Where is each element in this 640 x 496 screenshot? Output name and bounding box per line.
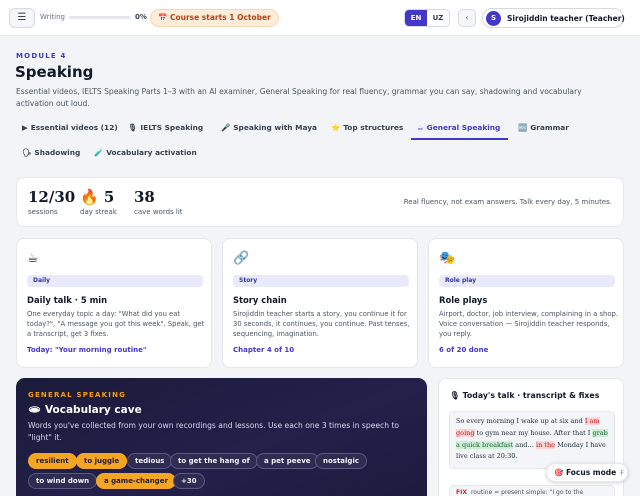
- page-title: Speaking: [15, 63, 94, 81]
- sessions-stat: 12/30 sessions: [28, 188, 75, 216]
- vocab-chip[interactable]: a pet peeve: [256, 453, 319, 469]
- tab-label: General Speaking: [426, 123, 501, 132]
- writing-label: Writing: [40, 13, 65, 21]
- stats-card: 12/30 sessions 🔥 5 day streak 38 cave wo…: [16, 177, 624, 227]
- activity-description: One everyday topic a day: "What did you …: [27, 310, 205, 338]
- tab-speaking-with-maya[interactable]: 🎤 Speaking with Maya: [215, 118, 323, 140]
- cave-kicker: GENERAL SPEAKING: [28, 391, 127, 399]
- test-tube-icon: 🧪: [94, 148, 104, 157]
- activity-description: Sirojiddin teacher starts a story, you c…: [233, 310, 410, 338]
- sessions-value: 12/30: [28, 188, 76, 206]
- tab-label: Vocabulary activation: [106, 148, 197, 157]
- module-label: MODULE 4: [16, 52, 67, 60]
- letters-icon: 🔤: [518, 123, 528, 132]
- vocab-chip[interactable]: to juggle: [76, 453, 128, 469]
- tab-label: Shadowing: [34, 148, 81, 157]
- words-value: 38: [134, 188, 155, 206]
- focus-shortcut-key: F: [620, 469, 624, 477]
- activity-link[interactable]: Chapter 4 of 10: [233, 346, 294, 354]
- tab-label: Essential videos (12): [30, 123, 118, 132]
- activity-title: Role plays: [439, 295, 488, 305]
- activity-title: Daily talk · 5 min: [27, 295, 108, 305]
- vocab-chip[interactable]: to get the hang of: [170, 453, 258, 469]
- talk-title: 🎙 Today's talk · transcript & fixes: [450, 391, 600, 400]
- activity-badge: Daily: [27, 275, 203, 287]
- tab-label: Grammar: [530, 123, 569, 132]
- lang-en-button[interactable]: EN: [405, 10, 427, 26]
- course-start-badge: 📅 Course starts 1 October: [150, 9, 279, 27]
- activity-badge: Role play: [439, 275, 615, 287]
- activity-badge: Story: [233, 275, 409, 287]
- focus-mode-label: 🎯 Focus mode: [554, 468, 617, 477]
- tab-general-speaking[interactable]: ☕ General Speaking: [411, 118, 508, 140]
- user-name: Sirojiddin teacher (Teacher): [507, 14, 625, 23]
- tab-label: Speaking with Maya: [233, 123, 318, 132]
- top-bar: ☰ Writing 0% 📅 Course starts 1 October E…: [0, 0, 640, 36]
- chevron-left-icon[interactable]: ‹: [458, 9, 476, 27]
- words-label: cave words lit: [134, 208, 183, 216]
- tab-label: Top structures: [343, 123, 404, 132]
- fix-text: routine = present simple: "I go to the: [470, 489, 584, 496]
- tab-top-structures[interactable]: ⭐ Top structures: [325, 118, 409, 140]
- vocabulary-cave-panel: GENERAL SPEAKING 🕳 Vocabulary cave Words…: [16, 378, 427, 496]
- writing-progress-bar: [69, 16, 131, 19]
- writing-percent: 0%: [135, 13, 147, 21]
- microphone-icon: 🎙: [128, 123, 138, 132]
- play-icon: ▶: [22, 123, 28, 132]
- fix-item[interactable]: FIX routine = present simple: "I go to th…: [449, 485, 615, 496]
- transcript-text: to gym near my house. After that I: [474, 428, 593, 437]
- link-icon: 🔗: [233, 251, 250, 266]
- speaking-head-icon: 🗣: [22, 148, 32, 157]
- sessions-label: sessions: [28, 208, 58, 216]
- language-switch: EN UZ: [404, 9, 450, 27]
- transcript-text: and…: [513, 440, 537, 449]
- activity-link[interactable]: Today: "Your morning routine": [27, 346, 146, 354]
- activity-title: Story chain: [233, 295, 287, 305]
- vocab-chip[interactable]: tedious: [127, 453, 173, 469]
- cave-title: 🕳 Vocabulary cave: [28, 404, 142, 416]
- tab-vocabulary-activation[interactable]: 🧪 Vocabulary activation: [88, 143, 203, 165]
- tab-essential-videos[interactable]: ▶ Essential videos (12): [16, 118, 124, 140]
- transcript-text: So every morning I wake up at six and: [456, 417, 585, 425]
- vocab-chip[interactable]: a game-changer: [96, 473, 176, 489]
- tab-ielts-speaking[interactable]: 🎙 IELTS Speaking: [122, 118, 209, 140]
- theater-masks-icon: 🎭: [439, 251, 456, 266]
- tab-label: IELTS Speaking: [140, 123, 204, 132]
- tab-shadowing[interactable]: 🗣 Shadowing: [16, 143, 86, 165]
- menu-icon[interactable]: ☰: [9, 8, 35, 28]
- cave-description: Words you've collected from your own rec…: [28, 421, 400, 442]
- avatar: S: [486, 11, 501, 26]
- streak-value: 5: [103, 188, 115, 206]
- tab-grammar[interactable]: 🔤 Grammar: [512, 118, 575, 140]
- vocab-chip[interactable]: resilient: [28, 453, 77, 469]
- fire-icon: 🔥: [80, 188, 99, 206]
- activity-link[interactable]: 6 of 20 done: [439, 346, 488, 354]
- activity-description: Airport, doctor, job interview, complain…: [439, 310, 618, 338]
- vocab-chip-more[interactable]: +30: [173, 473, 205, 489]
- transcript: So every morning I wake up at six and I …: [449, 411, 615, 469]
- user-menu[interactable]: S Sirojiddin teacher (Teacher): [482, 8, 625, 28]
- words-stat: 38 cave words lit: [134, 188, 183, 216]
- stats-note: Real fluency, not exam answers. Talk eve…: [403, 198, 612, 206]
- streak-stat: 🔥 5 day streak: [80, 188, 117, 216]
- daily-talk-card[interactable]: ☕ Daily Daily talk · 5 min One everyday …: [16, 238, 212, 368]
- page-description: Essential videos, IELTS Speaking Parts 1…: [16, 87, 582, 108]
- streak-label: day streak: [80, 208, 117, 216]
- error-highlight[interactable]: in the: [536, 440, 556, 449]
- vocab-chip[interactable]: nostalgic: [315, 453, 367, 469]
- mic-icon: 🎤: [221, 123, 231, 132]
- star-icon: ⭐: [331, 123, 341, 132]
- fix-tag: FIX: [456, 489, 467, 496]
- vocab-chip[interactable]: to wind down: [28, 473, 98, 489]
- focus-mode-button[interactable]: 🎯 Focus mode F: [546, 463, 628, 482]
- role-plays-card[interactable]: 🎭 Role play Role plays Airport, doctor, …: [428, 238, 624, 368]
- lang-uz-button[interactable]: UZ: [427, 10, 449, 26]
- coffee-icon: ☕: [27, 251, 39, 266]
- story-chain-card[interactable]: 🔗 Story Story chain Sirojiddin teacher s…: [222, 238, 418, 368]
- coffee-icon: ☕: [417, 123, 424, 132]
